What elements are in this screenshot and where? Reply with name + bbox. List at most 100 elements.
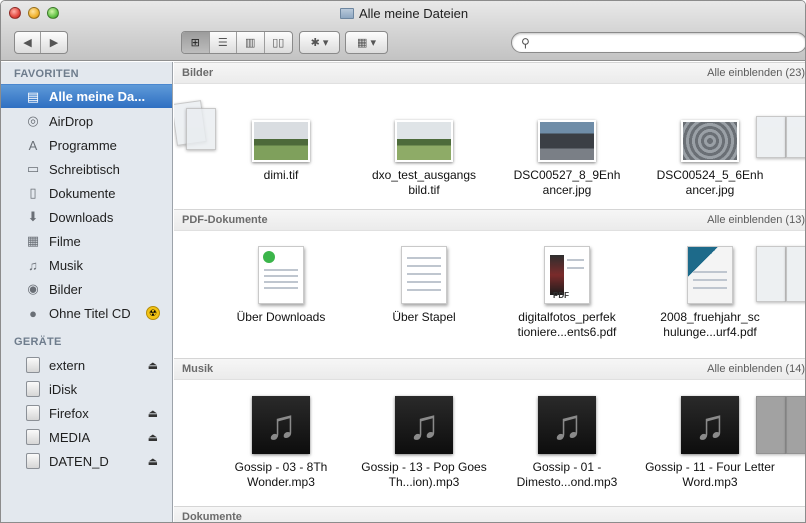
sidebar-item-label: Programme	[49, 137, 117, 153]
all-files-icon: ▤	[26, 88, 40, 104]
sidebar-item-media[interactable]: MEDIA ⏏	[1, 425, 172, 449]
sidebar-item-label: Schreibtisch	[49, 161, 120, 177]
idisk-icon	[25, 381, 41, 397]
sidebar-item-label: DATEN_D	[49, 453, 109, 469]
pdf-thumbnail	[687, 246, 733, 304]
file-name: Über Stapel	[392, 310, 456, 324]
cover-flow-button[interactable]: ▯▯	[265, 32, 292, 53]
file-browser: Bilder Alle einblenden (23) dimi.tif dxo…	[174, 62, 805, 522]
file-item[interactable]: PDF digitalfotos_perfek tioniere...ents6…	[502, 246, 632, 340]
file-name: Gossip - 03 - 8Th Wonder.mp3	[234, 460, 328, 489]
forward-button[interactable]: ▶	[41, 32, 67, 53]
window-title: Alle meine Dateien	[1, 6, 805, 21]
sidebar-item-label: iDisk	[49, 381, 78, 397]
sidebar-item-firefox[interactable]: Firefox ⏏	[1, 401, 172, 425]
file-name: Über Downloads	[236, 310, 326, 324]
file-item[interactable]: Über Downloads	[216, 246, 346, 325]
sidebar-item-idisk[interactable]: iDisk	[1, 377, 172, 401]
file-item[interactable]: DSC00527_8_9Enh ancer.jpg	[502, 120, 632, 198]
gear-icon[interactable]: ✱ ▾	[300, 32, 339, 53]
arrange-icon[interactable]: ▦ ▾	[346, 32, 387, 53]
file-item[interactable]: ♫ Gossip - 03 - 8Th Wonder.mp3	[216, 396, 346, 490]
pdf-thumbnail: PDF	[544, 246, 590, 304]
music-note-icon: ♫	[681, 396, 739, 454]
sidebar-item-musik[interactable]: ♫ Musik	[1, 253, 172, 277]
eject-icon[interactable]: ⏏	[148, 359, 158, 372]
group-title: Musik	[182, 363, 214, 375]
sidebar-item-label: Bilder	[49, 281, 83, 297]
cd-icon: ●	[29, 305, 37, 321]
group-title: Bilder	[182, 67, 214, 79]
arrange-menu[interactable]: ▦ ▾	[345, 31, 388, 54]
group-header-bilder: Bilder Alle einblenden (23)	[174, 62, 805, 84]
document-thumbnail	[258, 246, 304, 304]
sidebar-item-dokumente[interactable]: ▯ Dokumente	[1, 181, 172, 205]
file-item[interactable]: ♫ Gossip - 01 - Dimesto...ond.mp3	[502, 396, 632, 490]
sidebar-item-ohne-titel-cd[interactable]: ● Ohne Titel CD ☢	[1, 301, 172, 325]
sidebar-item-airdrop[interactable]: ◎ AirDrop	[1, 109, 172, 133]
sidebar-item-filme[interactable]: ▦ Filme	[1, 229, 172, 253]
show-all-link[interactable]: Alle einblenden (23)	[707, 67, 805, 79]
file-name: Gossip - 13 - Pop Goes Th...ion).mp3	[361, 460, 487, 489]
burn-icon[interactable]: ☢	[146, 306, 160, 320]
file-item[interactable]: Über Stapel	[359, 246, 489, 325]
eject-icon[interactable]: ⏏	[148, 431, 158, 444]
sidebar-item-label: Ohne Titel CD	[49, 305, 131, 321]
group-header-pdf: PDF-Dokumente Alle einblenden (13)	[174, 209, 805, 231]
sidebar-item-label: Downloads	[49, 209, 114, 225]
sidebar: FAVORITEN ▤ Alle meine Da... ◎ AirDrop A…	[1, 62, 173, 522]
sidebar-item-all-files[interactable]: ▤ Alle meine Da...	[1, 84, 172, 108]
window-title-text: Alle meine Dateien	[358, 6, 469, 21]
music-note-icon: ♫	[395, 396, 453, 454]
file-item[interactable]: dxo_test_ausgangs bild.tif	[359, 120, 489, 198]
sidebar-item-downloads[interactable]: ⬇ Downloads	[1, 205, 172, 229]
sidebar-item-label: MEDIA	[49, 429, 91, 445]
file-name: DSC00524_5_6Enh ancer.jpg	[656, 168, 764, 197]
file-name: digitalfotos_perfek tioniere...ents6.pdf	[517, 310, 617, 339]
document-thumbnail	[401, 246, 447, 304]
eject-icon[interactable]: ⏏	[148, 455, 158, 468]
image-thumbnail	[395, 120, 453, 162]
sidebar-item-label: AirDrop	[49, 113, 94, 129]
file-name: dxo_test_ausgangs bild.tif	[371, 168, 477, 197]
eject-icon[interactable]: ⏏	[148, 407, 158, 420]
show-all-link[interactable]: Alle einblenden (13)	[707, 214, 805, 226]
music-note-icon: ♫	[538, 396, 596, 454]
sidebar-item-bilder[interactable]: ◉ Bilder	[1, 277, 172, 301]
group-title: PDF-Dokumente	[182, 214, 268, 226]
disk-icon	[25, 405, 41, 421]
search-field[interactable]: ⚲	[511, 32, 805, 53]
airdrop-icon: ◎	[27, 113, 39, 128]
sidebar-item-schreibtisch[interactable]: ▭ Schreibtisch	[1, 157, 172, 181]
sidebar-item-label: Dokumente	[49, 185, 116, 201]
icon-view-button[interactable]: ⊞	[182, 32, 210, 53]
back-forward-control: ◀ ▶	[14, 31, 68, 54]
sidebar-item-label: Firefox	[49, 405, 89, 421]
sidebar-item-label: Musik	[49, 257, 83, 273]
folder-icon	[339, 8, 354, 19]
view-mode-control: ⊞ ☰ ▥ ▯▯	[181, 31, 293, 54]
sidebar-item-extern[interactable]: extern ⏏	[1, 353, 172, 377]
file-name: dimi.tif	[263, 168, 299, 182]
file-item[interactable]: ♫ Gossip - 13 - Pop Goes Th...ion).mp3	[359, 396, 489, 490]
disk-icon	[25, 357, 41, 373]
disk-icon	[25, 453, 41, 469]
file-name: 2008_fruehjahr_sc hulunge...urf4.pdf	[660, 310, 760, 339]
column-view-button[interactable]: ▥	[237, 32, 265, 53]
devices-header: GERÄTE	[14, 336, 62, 348]
sidebar-item-programme[interactable]: A Programme	[1, 133, 172, 157]
file-item[interactable]: dimi.tif	[216, 120, 346, 183]
back-button[interactable]: ◀	[15, 32, 42, 53]
music-note-icon: ♫	[252, 396, 310, 454]
sidebar-item-daten-d[interactable]: DATEN_D ⏏	[1, 449, 172, 473]
toolbar: Alle meine Dateien ◀ ▶ ⊞ ☰ ▥ ▯▯ ✱ ▾ ▦ ▾ …	[1, 1, 805, 61]
sidebar-item-label: extern	[49, 357, 86, 373]
action-menu[interactable]: ✱ ▾	[299, 31, 340, 54]
image-thumbnail	[538, 120, 596, 162]
file-name: Gossip - 01 - Dimesto...ond.mp3	[516, 460, 618, 489]
file-name: DSC00527_8_9Enh ancer.jpg	[513, 168, 621, 197]
finder-window: Alle meine Dateien ◀ ▶ ⊞ ☰ ▥ ▯▯ ✱ ▾ ▦ ▾ …	[0, 0, 806, 523]
show-all-link[interactable]: Alle einblenden (14)	[707, 363, 805, 375]
list-view-button[interactable]: ☰	[210, 32, 237, 53]
music-icon: ♫	[28, 257, 38, 273]
